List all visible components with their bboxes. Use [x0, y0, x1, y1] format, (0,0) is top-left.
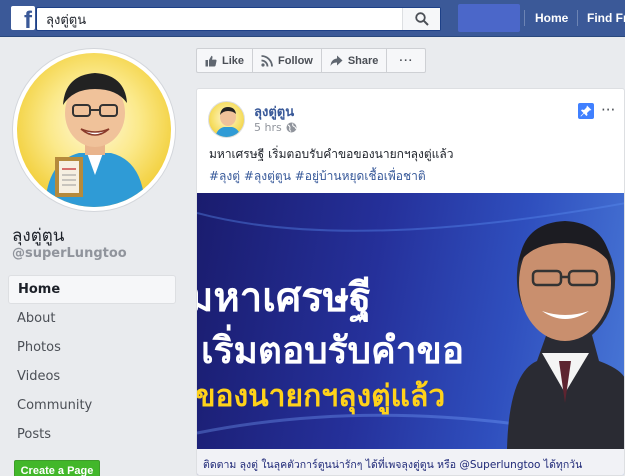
- share-button[interactable]: Share: [320, 48, 387, 73]
- rss-icon: [261, 54, 273, 67]
- like-button[interactable]: Like: [196, 48, 253, 73]
- post-meta: 5 hrs: [254, 121, 297, 134]
- pushpin-icon: [580, 105, 592, 117]
- divider: [524, 10, 525, 26]
- sidebar-item-posts[interactable]: Posts: [8, 420, 176, 449]
- follow-button[interactable]: Follow: [252, 48, 321, 73]
- post-author-name[interactable]: ลุงตู่ตูน: [254, 101, 294, 122]
- sidebar-item-community[interactable]: Community: [8, 391, 176, 420]
- share-label: Share: [347, 54, 379, 67]
- create-page-button[interactable]: Create a Page: [14, 460, 100, 476]
- search-icon: [415, 12, 429, 26]
- image-headline-line3: ของนายกฯลุงตู่แล้ว: [197, 379, 446, 414]
- post-message: มหาเศรษฐี เริ่มตอบรับคำขอของนายกฯลุงตู่แ…: [209, 147, 454, 161]
- sidebar-item-videos[interactable]: Videos: [8, 362, 176, 391]
- home-link[interactable]: Home: [535, 11, 568, 25]
- top-bar: f Home Find Fr: [0, 0, 625, 37]
- globe-icon: [286, 122, 297, 133]
- page-username[interactable]: @superLungtoo: [12, 246, 127, 261]
- more-options-button[interactable]: ···: [386, 48, 427, 73]
- image-headline-line2: เริ่มตอบรับคำขอ: [201, 329, 465, 372]
- follow-label: Follow: [278, 54, 313, 67]
- thumbs-up-icon: [205, 55, 217, 66]
- image-headline-line1: มหาเศรษฐี: [197, 275, 372, 321]
- page-action-bar: Like Follow Share ···: [196, 48, 427, 73]
- find-friends-link[interactable]: Find Fr: [587, 11, 625, 25]
- page-profile-picture[interactable]: [12, 48, 176, 212]
- post-options-button[interactable]: ···: [601, 101, 615, 119]
- like-label: Like: [222, 54, 245, 67]
- divider: [577, 10, 578, 26]
- profile-button[interactable]: [458, 4, 520, 32]
- image-footer-banner: ติดตาม ลุงตู่ ในลุคตัวการ์ตูนน่ารักๆ ได้…: [197, 449, 624, 475]
- facebook-logo-icon[interactable]: f: [11, 6, 35, 33]
- post-hashtags[interactable]: #ลุงตู่ #ลุงตู่ตูน #อยู่บ้านหยุดเชื้อเพื…: [209, 167, 426, 186]
- search-box: [36, 7, 441, 31]
- share-arrow-icon: [330, 55, 343, 66]
- post-card: ลุงตู่ตูน 5 hrs ··· มหาเศรษฐี เริ่มตอบรั…: [196, 88, 625, 476]
- cartoon-avatar: [17, 53, 171, 207]
- sidebar-item-photos[interactable]: Photos: [8, 333, 176, 362]
- sidebar-item-about[interactable]: About: [8, 304, 176, 333]
- post-author-avatar[interactable]: [208, 101, 245, 138]
- cartoon-avatar-icon: [215, 107, 241, 137]
- search-button[interactable]: [402, 8, 440, 30]
- cartoon-character-icon: [45, 73, 145, 207]
- sidebar-item-home[interactable]: Home: [8, 275, 176, 304]
- pin-icon[interactable]: [578, 103, 594, 119]
- post-timestamp[interactable]: 5 hrs: [254, 121, 282, 134]
- page-title: ลุงตู่ตูน: [12, 226, 65, 246]
- left-column: ลุงตู่ตูน @superLungtoo Home About Photo…: [0, 37, 187, 476]
- post-image[interactable]: มหาเศรษฐี เริ่มตอบรับคำขอ ของนายกฯลุงตู่…: [197, 193, 624, 475]
- page-nav: Home About Photos Videos Community Posts: [8, 275, 176, 449]
- image-footer-text: ติดตาม ลุงตู่ ในลุคตัวการ์ตูนน่ารักๆ ได้…: [203, 459, 583, 471]
- search-input[interactable]: [37, 8, 405, 30]
